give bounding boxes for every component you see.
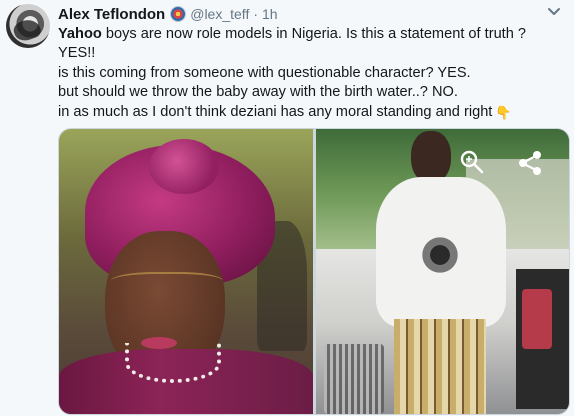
tweet-header: Alex Teflondon @lex_teff · 1h (58, 4, 278, 24)
tweet-line-4: but should we throw the baby away with t… (58, 84, 458, 101)
photo-glasses (111, 272, 223, 294)
separator-dot: · (253, 6, 259, 22)
photo-man-head (411, 131, 451, 183)
photo-pearls (125, 343, 221, 383)
photo-headwrap-knot (149, 139, 219, 194)
tweet-line-1-rest: boys are now role models in Nigeria. Is … (101, 26, 527, 42)
magnify-icon[interactable] (459, 149, 485, 175)
media-photo-left[interactable] (59, 129, 313, 414)
point-down-icon: 👇 (495, 104, 512, 120)
tweet-text: Yahoo boys are now role models in Nigeri… (58, 25, 563, 122)
tweet-line-3: is this coming from someone with questio… (58, 64, 471, 81)
tweet-line-5: in as much as I don't think deziani has … (58, 103, 563, 122)
avatar[interactable] (6, 4, 50, 48)
author-name[interactable]: Alex Teflondon (58, 6, 165, 23)
tweet-time[interactable]: 1h (262, 6, 278, 22)
tweet-line-1: Yahoo boys are now role models in Nigeri… (58, 25, 563, 44)
badge-icon (170, 6, 187, 22)
photo-man-pants (394, 319, 486, 414)
tweet-line-5-text: in as much as I don't think deziani has … (58, 103, 493, 120)
share-icon[interactable] (516, 149, 544, 177)
photo-car-door-interior (522, 289, 552, 349)
photo-sweater-crest (408, 233, 472, 277)
tweet-media (58, 128, 570, 415)
chevron-down-icon[interactable] (547, 6, 561, 18)
tweet[interactable]: Alex Teflondon @lex_teff · 1h Yahoo boys… (0, 0, 574, 416)
media-photo-right[interactable] (316, 129, 569, 414)
photo-car-grille (324, 344, 384, 414)
author-handle[interactable]: @lex_teff (190, 6, 249, 22)
tweet-line-1-bold: Yahoo (58, 26, 102, 42)
tweet-line-2: YES!! (58, 45, 96, 62)
